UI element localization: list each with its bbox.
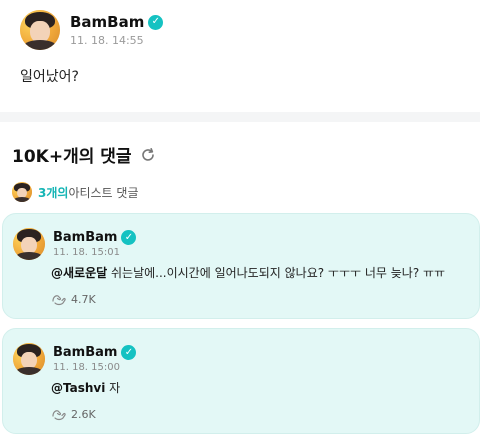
comment-header: BamBam ✓ 11. 18. 15:00 bbox=[13, 343, 137, 375]
comment-text: @새로운달 쉬는날에...이시간에 일어나도되지 않나요? ㅜㅜㅜ 너무 늦나?… bbox=[51, 264, 445, 281]
comment-header: BamBam ✓ 11. 18. 15:01 bbox=[13, 228, 137, 260]
comment-avatar[interactable] bbox=[13, 228, 45, 260]
artist-comment-label: 아티스트 댓글 bbox=[68, 185, 139, 200]
comment-like-count: 4.7K bbox=[71, 292, 96, 306]
comment-like-count: 2.6K bbox=[71, 407, 96, 421]
comment-like-button[interactable]: 4.7K bbox=[51, 292, 96, 306]
post-body: 일어났어? bbox=[20, 69, 79, 85]
comment-like-button[interactable]: 2.6K bbox=[51, 407, 96, 421]
comment-author-row: BamBam ✓ bbox=[53, 230, 137, 245]
verified-badge-icon: ✓ bbox=[121, 345, 137, 360]
comment-meta: BamBam ✓ 11. 18. 15:00 bbox=[53, 345, 137, 373]
comments-title: 10K+개의 댓글 bbox=[12, 147, 132, 167]
comment-mention[interactable]: @새로운달 bbox=[51, 266, 107, 280]
post-author-name[interactable]: BamBam bbox=[70, 13, 144, 31]
verified-badge-icon: ✓ bbox=[148, 14, 164, 30]
author-avatar[interactable] bbox=[20, 10, 60, 50]
comment-body: 쉬는날에...이시간에 일어나도되지 않나요? ㅜㅜㅜ 너무 늦나? ㅠㅠ bbox=[107, 266, 446, 280]
artist-avatar bbox=[12, 182, 32, 202]
comment-author-name[interactable]: BamBam bbox=[53, 230, 117, 245]
comment-timestamp: 11. 18. 15:00 bbox=[53, 362, 120, 373]
comment-text: @Tashvi 자 bbox=[51, 379, 120, 396]
section-divider bbox=[0, 112, 480, 122]
comments-title-row: 10K+개의 댓글 bbox=[12, 142, 156, 167]
comment-card[interactable]: BamBam ✓ 11. 18. 15:01 @새로운달 쉬는날에...이시간에… bbox=[2, 213, 480, 319]
hands-like-icon bbox=[52, 410, 66, 421]
post-header: BamBam ✓ 11. 18. 14:55 bbox=[20, 10, 164, 50]
refresh-icon[interactable] bbox=[140, 147, 156, 163]
comment-meta: BamBam ✓ 11. 18. 15:01 bbox=[53, 230, 137, 258]
comment-mention[interactable]: @Tashvi bbox=[51, 381, 105, 395]
post-timestamp: 11. 18. 14:55 bbox=[70, 34, 144, 47]
post-author-row: BamBam ✓ bbox=[70, 13, 164, 31]
post-meta: BamBam ✓ 11. 18. 14:55 bbox=[70, 13, 164, 47]
comment-body: 자 bbox=[105, 381, 121, 395]
comment-avatar[interactable] bbox=[13, 343, 45, 375]
comment-card[interactable]: BamBam ✓ 11. 18. 15:00 @Tashvi 자 2.6K bbox=[2, 328, 480, 434]
hands-like-icon bbox=[52, 295, 66, 306]
comment-author-row: BamBam ✓ bbox=[53, 345, 137, 360]
artist-comment-count: 3개의 bbox=[38, 185, 69, 200]
comment-timestamp: 11. 18. 15:01 bbox=[53, 247, 120, 258]
artist-comments-filter[interactable]: 3개의 아티스트 댓글 bbox=[12, 182, 139, 202]
comment-author-name[interactable]: BamBam bbox=[53, 345, 117, 360]
verified-badge-icon: ✓ bbox=[121, 230, 137, 245]
